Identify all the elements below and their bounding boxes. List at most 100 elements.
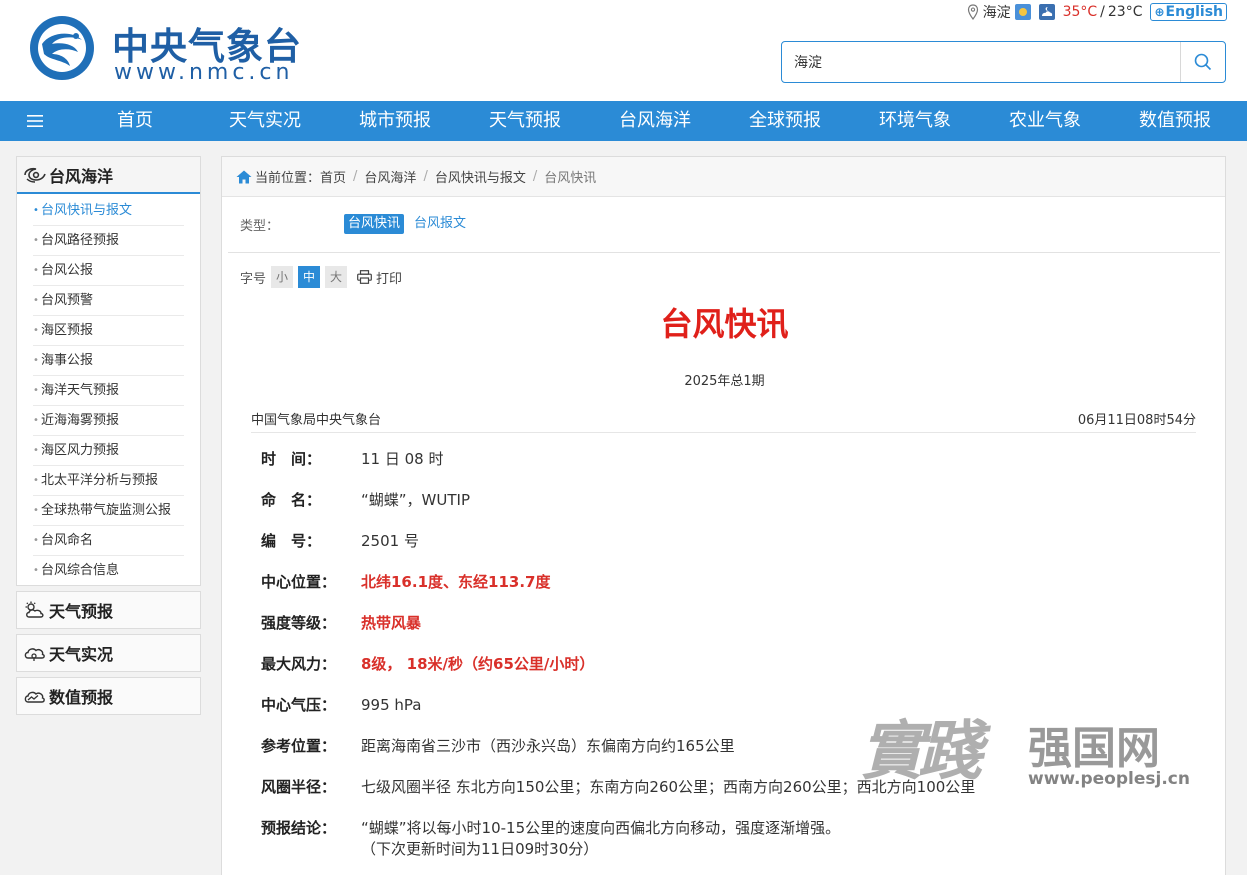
field-time: 时 间： 11 日 08 时 [261, 449, 443, 470]
sidebar-item-typhoon-warning[interactable]: 台风预警 [33, 286, 184, 316]
search-input[interactable] [782, 42, 1180, 82]
field-label: 编 号： [261, 532, 322, 550]
nav-item-weather-forecast[interactable]: 天气预报 [460, 101, 590, 141]
field-value: “蝴蝶”，WUTIP [361, 491, 470, 509]
main-nav: 首页 天气实况 城市预报 天气预报 台风海洋 全球预报 环境气象 农业气象 数值… [0, 101, 1247, 141]
sidebar-section-weather-observation[interactable]: 天气实况 [16, 634, 201, 672]
sidebar-section-label: 天气实况 [49, 645, 114, 664]
nav-item-global-forecast[interactable]: 全球预报 [720, 101, 850, 141]
sidebar-section-numerical-forecast[interactable]: 数值预报 [16, 677, 201, 715]
search-icon [1194, 53, 1212, 71]
cloudy-night-icon [1038, 4, 1055, 20]
font-size-small-button[interactable]: 小 [271, 266, 294, 288]
breadcrumb: 当前位置： 首页 / 台风海洋 / 台风快讯与报文 / 台风快讯 [222, 157, 1225, 197]
field-label: 预报结论： [261, 819, 337, 837]
sidebar-list: 台风快讯与报文 台风路径预报 台风公报 台风预警 海区预报 海事公报 海洋天气预… [17, 194, 200, 586]
temp-low: 23°C [1107, 4, 1143, 20]
sidebar-title-label: 台风海洋 [49, 166, 114, 186]
site-header: 中央气象台 www.nmc.cn 海淀 35°C / 23°C ⊕ Englis… [0, 0, 1247, 101]
field-name: 命 名： “蝴蝶”，WUTIP [261, 490, 470, 511]
article-source: 中国气象局中央气象台 [251, 413, 382, 428]
breadcrumb-separator: / [353, 169, 358, 184]
typhoon-icon [24, 167, 46, 183]
field-label: 强度等级： [261, 614, 337, 632]
nav-item-environment[interactable]: 环境气象 [850, 101, 980, 141]
search-button[interactable] [1180, 42, 1225, 82]
font-size-large-button[interactable]: 大 [325, 266, 348, 288]
sidebar-item-marine-weather[interactable]: 海洋天气预报 [33, 376, 184, 406]
field-label: 中心位置： [261, 573, 337, 591]
home-icon [236, 170, 252, 183]
breadcrumb-separator: / [423, 169, 428, 184]
logo-emblem-icon [30, 16, 94, 80]
nav-item-typhoon-ocean[interactable]: 台风海洋 [590, 101, 720, 141]
nav-item-city-forecast[interactable]: 城市预报 [330, 101, 460, 141]
nav-item-weather-observation[interactable]: 天气实况 [200, 101, 330, 141]
type-tag-typhoon-bulletin[interactable]: 台风快讯 [344, 214, 405, 234]
breadcrumb-separator: / [532, 169, 538, 184]
sidebar-item-typhoon-communique[interactable]: 台风公报 [33, 256, 184, 286]
field-center-position: 中心位置： 北纬16.1度、东经113.7度 [261, 572, 550, 593]
sidebar-item-typhoon-naming[interactable]: 台风命名 [33, 526, 184, 556]
type-filter: 类型： 台风快讯 台风报文 [240, 213, 476, 235]
nav-item-home[interactable]: 首页 [70, 101, 200, 141]
sidebar-item-track-forecast[interactable]: 台风路径预报 [33, 226, 184, 256]
nav-menu-button[interactable] [0, 101, 70, 141]
sidebar-item-global-cyclone[interactable]: 全球热带气旋监测公报 [33, 496, 184, 526]
article-time: 06月11日08时54分 [1077, 413, 1196, 428]
printer-icon [357, 270, 372, 284]
field-label: 命 名： [261, 491, 322, 509]
type-filter-label: 类型： [240, 218, 280, 234]
field-value: 995 hPa [361, 696, 422, 714]
field-pressure: 中心气压： 995 hPa [261, 695, 421, 716]
sidebar-item-typhoon-info[interactable]: 台风综合信息 [33, 556, 184, 586]
type-tag-typhoon-message[interactable]: 台风报文 [410, 214, 470, 234]
article-issue: 2025年总1期 [684, 374, 765, 389]
search-box [781, 41, 1226, 83]
field-value: 2501 号 [361, 532, 419, 550]
sidebar-item-sea-area-forecast[interactable]: 海区预报 [33, 316, 184, 346]
breadcrumb-typhoon-ocean[interactable]: 台风海洋 [364, 167, 416, 186]
article-title: 台风快讯 [660, 305, 789, 343]
print-label: 打印 [376, 271, 403, 287]
print-button[interactable]: 打印 [357, 268, 402, 287]
english-label: English [1165, 4, 1223, 20]
sidebar-section-weather-forecast[interactable]: 天气预报 [16, 591, 201, 629]
sidebar-typhoon-ocean: 台风海洋 台风快讯与报文 台风路径预报 台风公报 台风预警 海区预报 海事公报 … [16, 156, 201, 586]
globe-icon: ⊕ [1154, 5, 1165, 19]
font-size-medium-button[interactable]: 中 [298, 266, 321, 288]
cloud-observation-icon [24, 648, 45, 661]
field-label: 参考位置： [261, 737, 337, 755]
sidebar-item-north-pacific[interactable]: 北太平洋分析与预报 [33, 466, 184, 496]
english-button[interactable]: ⊕ English [1150, 3, 1227, 21]
nav-item-agriculture[interactable]: 农业气象 [980, 101, 1110, 141]
breadcrumb-home[interactable]: 首页 [320, 167, 346, 186]
field-value: 8级， 18米/秒（约65公里/小时） [361, 655, 595, 673]
font-size-label: 字号 [240, 271, 267, 287]
current-location[interactable]: 海淀 [983, 2, 1011, 22]
sidebar-section-label: 天气预报 [49, 602, 114, 621]
breadcrumb-bulletins[interactable]: 台风快讯与报文 [435, 167, 526, 186]
field-label: 时 间： [261, 450, 322, 468]
sun-cloud-icon [25, 601, 44, 618]
nav-item-numerical-forecast[interactable]: 数值预报 [1110, 101, 1240, 141]
field-intensity: 强度等级： 热带风暴 [261, 613, 421, 634]
field-value: “蝴蝶”将以每小时10-15公里的速度向西偏北方向移动，强度逐渐增强。 （下次更… [361, 818, 1181, 860]
sidebar-item-coastal-fog[interactable]: 近海海雾预报 [33, 406, 184, 436]
field-label: 最大风力： [261, 655, 337, 673]
field-label: 风圈半径： [261, 778, 337, 796]
field-value: 七级风圈半径 东北方向150公里；东南方向260公里；西南方向260公里；西北方… [361, 778, 976, 796]
field-value: 11 日 08 时 [361, 450, 444, 468]
hamburger-menu-icon [27, 115, 43, 127]
site-logo[interactable]: 中央气象台 www.nmc.cn [28, 14, 328, 86]
article-meta: 中国气象局中央气象台 06月11日08时54分 [251, 409, 1196, 433]
sidebar-title[interactable]: 台风海洋 [17, 157, 200, 194]
sidebar-item-sea-wind[interactable]: 海区风力预报 [33, 436, 184, 466]
sidebar-item-typhoon-bulletin[interactable]: 台风快讯与报文 [33, 196, 184, 226]
main-content: 当前位置： 首页 / 台风海洋 / 台风快讯与报文 / 台风快讯 类型： 台风快… [221, 156, 1226, 875]
field-label: 中心气压： [261, 696, 337, 714]
field-value: 距离海南省三沙市（西沙永兴岛）东偏南方向约165公里 [361, 737, 735, 755]
forecast-text: “蝴蝶”将以每小时10-15公里的速度向西偏北方向移动，强度逐渐增强。 [361, 819, 841, 837]
sidebar-item-maritime-bulletin[interactable]: 海事公报 [33, 346, 184, 376]
field-reference-position: 参考位置： 距离海南省三沙市（西沙永兴岛）东偏南方向约165公里 [261, 736, 735, 757]
